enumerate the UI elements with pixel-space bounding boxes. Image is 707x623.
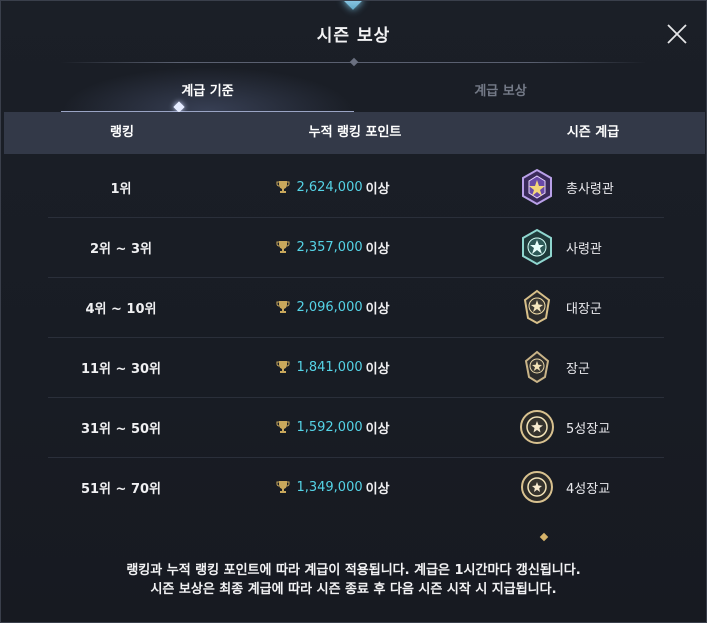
tier-name: 5성장교	[566, 421, 611, 437]
active-tab-indicator	[173, 101, 185, 113]
tier-name: 사령관	[566, 241, 602, 257]
table-row: 2위 ~ 3위 2,357,000 이상 사령관	[48, 217, 664, 278]
tab-label: 계급 기준	[181, 83, 234, 99]
commander-emblem-icon	[522, 228, 552, 266]
rank-text: 4위 ~ 10위	[85, 301, 157, 317]
points-cell: 2,357,000 이상	[238, 217, 428, 277]
close-button[interactable]	[666, 23, 688, 45]
window-title: 시즌 보상	[316, 26, 391, 46]
rank-table-body[interactable]: 1위 2,624,000 이상 총사령관 2위 ~ 3위 2,357,000 이상 사령관 4위…	[48, 157, 664, 517]
rank-cell: 11위 ~ 30위	[48, 337, 194, 397]
points-suffix: 이상	[365, 301, 390, 317]
points-cell: 1,592,000 이상	[238, 397, 428, 457]
points-cell: 2,096,000 이상	[238, 277, 428, 337]
tier-cell: 대장군	[518, 277, 658, 337]
general-emblem-icon	[524, 350, 550, 384]
rank-text: 31위 ~ 50위	[80, 421, 162, 437]
tab-label: 계급 보상	[474, 83, 527, 99]
supreme-commander-emblem-icon	[522, 168, 552, 206]
table-row: 51위 ~ 70위 1,349,000 이상 4성장교	[48, 457, 664, 517]
five-star-officer-emblem-icon	[520, 410, 554, 444]
tier-cell: 5성장교	[518, 397, 658, 457]
table-row: 1위 2,624,000 이상 총사령관	[48, 157, 664, 218]
footer-notice: 랭킹과 누적 랭킹 포인트에 따라 계급이 적용됩니다. 계급은 1시간마다 갱…	[1, 561, 706, 599]
points-value: 1,841,000	[296, 359, 363, 375]
season-reward-window: 시즌 보상 계급 기준 계급 보상 랭킹 누적 랭킹 포인트 시즌 계급 1위 2…	[0, 0, 707, 623]
tier-cell: 총사령관	[518, 157, 658, 217]
trophy-icon	[276, 421, 290, 433]
points-suffix: 이상	[365, 241, 390, 257]
four-star-officer-emblem-icon	[521, 471, 553, 503]
points-cell: 1,349,000 이상	[238, 457, 428, 517]
points-suffix: 이상	[365, 181, 390, 197]
tier-name: 4성장교	[566, 481, 611, 497]
table-row: 11위 ~ 30위 1,841,000 이상 장군	[48, 337, 664, 398]
rank-cell: 2위 ~ 3위	[48, 217, 194, 277]
tier-name: 대장군	[566, 301, 602, 317]
trophy-icon	[276, 181, 290, 193]
points-suffix: 이상	[365, 421, 390, 437]
points-value: 1,592,000	[296, 419, 363, 435]
rank-text: 51위 ~ 70위	[80, 481, 162, 497]
trophy-icon	[276, 361, 290, 373]
tab-tier-rewards[interactable]: 계급 보상	[354, 67, 647, 111]
header-rank: 랭킹	[110, 125, 134, 140]
close-icon	[667, 24, 687, 44]
trophy-icon	[276, 241, 290, 253]
header-points: 누적 랭킹 포인트	[308, 125, 402, 140]
points-cell: 2,624,000 이상	[238, 157, 428, 217]
footer-line-2: 시즌 보상은 최종 계급에 따라 시즌 종료 후 다음 시즌 시작 시 지급됩니…	[150, 582, 557, 597]
tier-name: 장군	[566, 361, 590, 377]
tab-tier-criteria[interactable]: 계급 기준	[61, 67, 354, 113]
tier-cell: 4성장교	[518, 457, 658, 517]
top-gem-ornament	[343, 1, 363, 10]
rank-cell: 1위	[48, 157, 194, 217]
tab-bar: 계급 기준 계급 보상	[61, 67, 647, 113]
points-value: 1,349,000	[296, 479, 363, 495]
points-value: 2,357,000	[296, 239, 363, 255]
points-suffix: 이상	[365, 361, 390, 377]
rank-text: 2위 ~ 3위	[90, 241, 152, 257]
points-cell: 1,841,000 이상	[238, 337, 428, 397]
tier-name: 총사령관	[566, 181, 614, 197]
rank-text: 11위 ~ 30위	[80, 361, 162, 377]
table-header: 랭킹 누적 랭킹 포인트 시즌 계급	[4, 112, 705, 154]
tier-cell: 장군	[518, 337, 658, 397]
rank-text: 1위	[110, 181, 132, 197]
rank-cell: 31위 ~ 50위	[48, 397, 194, 457]
grand-general-emblem-icon	[523, 289, 551, 325]
rank-cell: 51위 ~ 70위	[48, 457, 194, 517]
divider-ornament	[349, 57, 359, 67]
points-value: 2,624,000	[296, 179, 363, 195]
points-value: 2,096,000	[296, 299, 363, 315]
trophy-icon	[276, 481, 290, 493]
table-row: 4위 ~ 10위 2,096,000 이상 대장군	[48, 277, 664, 338]
points-suffix: 이상	[365, 481, 390, 497]
trophy-icon	[276, 301, 290, 313]
next-row-emblem-peek	[539, 532, 549, 542]
table-row: 31위 ~ 50위 1,592,000 이상 5성장교	[48, 397, 664, 458]
tier-cell: 사령관	[518, 217, 658, 277]
rank-cell: 4위 ~ 10위	[48, 277, 194, 337]
header-tier: 시즌 계급	[566, 125, 620, 140]
footer-line-1: 랭킹과 누적 랭킹 포인트에 따라 계급이 적용됩니다. 계급은 1시간마다 갱…	[126, 563, 581, 578]
